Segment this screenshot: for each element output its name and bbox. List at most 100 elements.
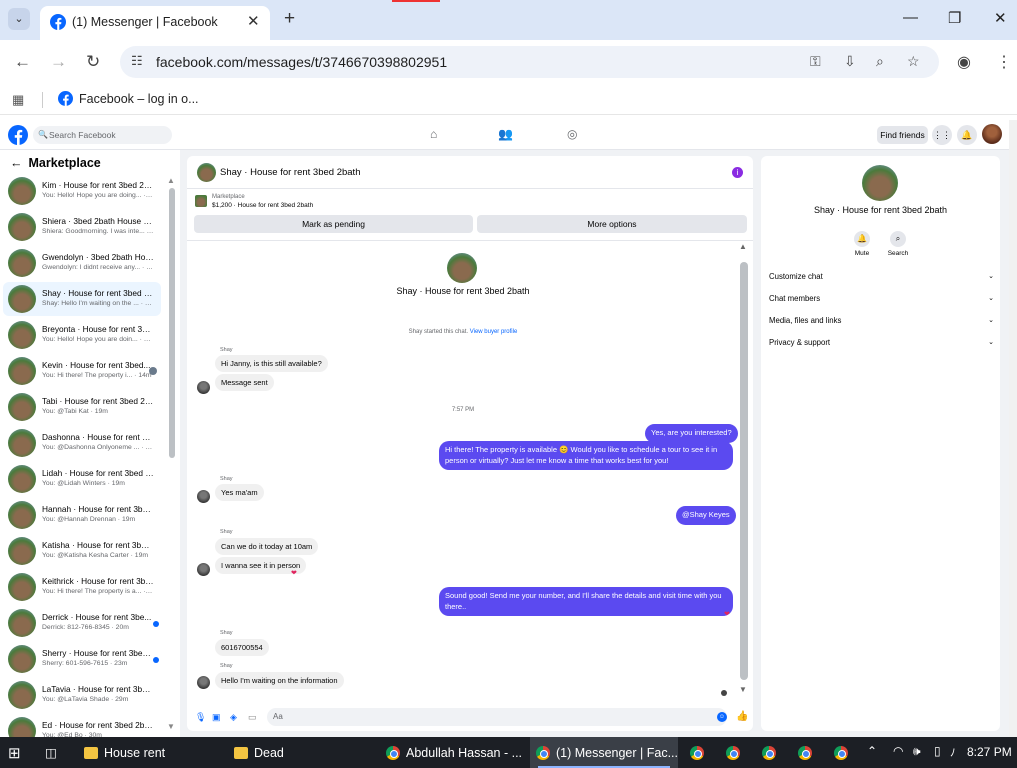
home-icon[interactable]: ⌂ <box>430 127 437 141</box>
list-item[interactable]: LaTavia · House for rent 3bed ... You: @L… <box>3 678 161 712</box>
password-key-icon[interactable]: ⚿ <box>810 53 821 70</box>
incoming-message[interactable]: Hi Janny, is this still available? <box>215 355 328 372</box>
taskbar-chrome-button[interactable] <box>726 737 740 768</box>
scroll-up-icon[interactable]: ▲ <box>739 242 747 251</box>
taskbar-item[interactable]: Dead <box>228 737 373 768</box>
list-item[interactable]: Lidah · House for rent 3bed 2... You: @Li… <box>3 462 161 496</box>
clock[interactable]: 8:27 PM <box>967 745 1012 759</box>
list-item[interactable]: Dashonna · House for rent 3b... You: @Das… <box>3 426 161 460</box>
address-bar[interactable]: ☷ facebook.com/messages/t/37466703988029… <box>120 46 939 78</box>
microphone-icon[interactable]: 🎙 <box>195 712 206 723</box>
bookmark-star-icon[interactable]: ☆ <box>907 53 920 70</box>
list-item[interactable]: Derrick · House for rent 3be... Derrick: … <box>3 606 161 640</box>
outgoing-message[interactable]: Sound good! Send me your number, and I'l… <box>439 587 733 616</box>
volume-icon[interactable]: 🕪 <box>913 744 921 759</box>
taskbar-chrome-button[interactable] <box>834 737 848 768</box>
site-info-icon[interactable]: ☷ <box>131 53 143 69</box>
taskbar-chrome-button[interactable] <box>690 737 704 768</box>
facebook-search-input[interactable]: 🔍 Search Facebook <box>33 126 172 144</box>
list-item[interactable]: Breyonta · House for rent 3be... You: Hel… <box>3 318 161 352</box>
avatar[interactable] <box>982 124 1002 144</box>
listing-thumbnail[interactable] <box>197 163 216 182</box>
view-buyer-profile-link[interactable]: View buyer profile <box>470 329 518 335</box>
profile-icon[interactable]: ◉ <box>957 52 971 72</box>
list-item[interactable]: Shay · House for rent 3bed 2b... Shay: He… <box>3 282 161 316</box>
outgoing-message[interactable]: @Shay Keyes <box>676 506 736 525</box>
restore-icon[interactable]: ❐ <box>948 9 961 27</box>
new-tab-icon[interactable]: + <box>284 8 295 30</box>
sidebar-scrollbar[interactable] <box>169 188 175 458</box>
forward-icon[interactable]: → <box>50 52 67 72</box>
media-files-links-row[interactable]: Media, files and links ⌄ <box>769 316 994 330</box>
list-item[interactable]: Gwendolyn · 3bed 2bath Hous... Gwendolyn:… <box>3 246 161 280</box>
list-item[interactable]: Katisha · House for rent 3bed ... You: @K… <box>3 534 161 568</box>
scroll-down-icon[interactable]: ▼ <box>739 685 747 694</box>
list-item[interactable]: Kevin · House for rent 3bed... You: Hi th… <box>3 354 161 388</box>
reload-icon[interactable]: ↻ <box>86 52 100 72</box>
privacy-support-row[interactable]: Privacy & support ⌄ <box>769 338 994 352</box>
apps-grid-icon[interactable]: ▦ <box>12 92 24 108</box>
taskbar-chrome-button[interactable] <box>762 737 776 768</box>
find-friends-button[interactable]: Find friends <box>877 126 928 144</box>
message-input[interactable]: Aa <box>267 708 727 726</box>
mark-as-pending-button[interactable]: Mark as pending <box>194 215 473 233</box>
wifi-icon[interactable]: ◠ <box>893 744 903 758</box>
incoming-message[interactable]: 6016700554 <box>215 639 269 656</box>
friends-icon[interactable]: 👥 <box>498 127 513 141</box>
list-item[interactable]: Tabi · House for rent 3bed 2ba... You: @T… <box>3 390 161 424</box>
image-icon[interactable]: ▣ <box>212 712 221 723</box>
groups-icon[interactable]: ◎ <box>567 127 577 141</box>
list-item[interactable]: Shiera · 3bed 2bath House for... Shiera: … <box>3 210 161 244</box>
chat-title[interactable]: Shay · House for rent 3bed 2bath <box>220 167 360 178</box>
chat-members-row[interactable]: Chat members ⌄ <box>769 294 994 308</box>
thumbs-up-icon[interactable]: 👍 <box>736 711 748 722</box>
close-tab-icon[interactable]: ✕ <box>247 12 260 30</box>
task-view-button[interactable]: ◫ <box>45 737 57 768</box>
list-item[interactable]: Sherry · House for rent 3bed... Sherry: 6… <box>3 642 161 676</box>
install-app-icon[interactable]: ⇩ <box>844 53 856 70</box>
back-icon[interactable]: ← <box>14 52 31 72</box>
incoming-message[interactable]: Can we do it today at 10am <box>215 538 319 555</box>
page-scrollbar[interactable] <box>1009 120 1017 737</box>
mute-button[interactable]: 🔔 Mute <box>845 231 879 257</box>
taskbar-item[interactable]: House rent <box>78 737 223 768</box>
chevron-up-icon[interactable]: ⌃ <box>867 744 877 758</box>
battery-icon[interactable]: ▯ <box>934 744 941 758</box>
browser-tab[interactable]: (1) Messenger | Facebook ✕ <box>40 6 270 40</box>
close-window-icon[interactable]: ✕ <box>994 9 1007 27</box>
list-item[interactable]: Keithrick · House for rent 3be... You: Hi… <box>3 570 161 604</box>
menu-grid-icon[interactable]: ⋮⋮ <box>932 125 952 145</box>
customize-chat-row[interactable]: Customize chat ⌄ <box>769 272 994 286</box>
menu-icon[interactable]: ⋮ <box>996 52 1012 72</box>
scroll-down-icon[interactable]: ▼ <box>167 722 175 731</box>
minimize-icon[interactable]: — <box>903 9 918 26</box>
outgoing-message[interactable]: Yes, are you interested? <box>645 424 738 443</box>
more-options-button[interactable]: More options <box>477 215 747 233</box>
chat-scrollbar[interactable] <box>740 262 748 680</box>
scroll-up-icon[interactable]: ▲ <box>167 176 175 185</box>
incoming-message[interactable]: Message sent <box>215 374 274 391</box>
chat-avatar[interactable] <box>862 165 898 201</box>
taskbar-chrome-button[interactable] <box>798 737 812 768</box>
list-item[interactable]: Ed · House for rent 3bed 2bath You: @Ed B… <box>3 714 161 737</box>
language-icon[interactable]: ﾉ <box>950 744 956 760</box>
start-button[interactable]: ⊞ <box>8 737 21 768</box>
bookmark-facebook[interactable]: Facebook – log in o... <box>58 91 199 106</box>
emoji-icon[interactable]: ☺ <box>717 712 727 722</box>
back-arrow-icon[interactable]: ← <box>10 156 23 170</box>
list-item[interactable]: Hannah · House for rent 3bed... You: @Han… <box>3 498 161 532</box>
taskbar-item[interactable]: Abdullah Hassan - ... <box>380 737 525 768</box>
incoming-message[interactable]: Hello I'm waiting on the information <box>215 672 344 689</box>
tab-search-button[interactable]: ⌄ <box>8 8 30 30</box>
sticker-icon[interactable]: ◈ <box>230 712 237 723</box>
gif-icon[interactable]: ▭ <box>248 712 257 723</box>
info-icon[interactable]: i <box>732 167 743 178</box>
facebook-logo-icon[interactable] <box>8 125 28 145</box>
zoom-icon[interactable]: ⌕ <box>876 53 884 70</box>
notifications-icon[interactable]: 🔔 <box>957 125 977 145</box>
search-button[interactable]: ⌕ Search <box>881 231 915 257</box>
outgoing-message[interactable]: Hi there! The property is available 😊 Wo… <box>439 441 733 470</box>
list-item[interactable]: Kim · House for rent 3bed 2ba... You: Hel… <box>3 174 161 208</box>
incoming-message[interactable]: Yes ma'am <box>215 484 264 501</box>
taskbar-item[interactable]: (1) Messenger | Fac... <box>530 737 678 768</box>
